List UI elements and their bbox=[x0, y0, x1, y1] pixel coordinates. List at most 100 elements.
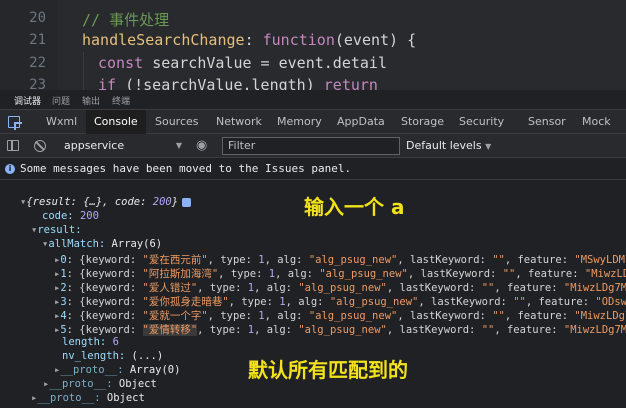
tab-appdata[interactable]: AppData bbox=[329, 110, 393, 134]
array-item-row[interactable]: ▸0: {keyword: "爱在西元前", type: 1, alg: "al… bbox=[54, 252, 626, 267]
code-line-const: const searchValue = event.detail bbox=[98, 54, 387, 72]
filter-placeholder: Filter bbox=[228, 139, 256, 152]
item-last-keyword: "" bbox=[502, 268, 516, 280]
levels-label: Default levels bbox=[406, 139, 482, 152]
parameter-list: (event) { bbox=[334, 31, 417, 49]
proto-value: Array(0) bbox=[129, 364, 181, 376]
length-row: length: 6 bbox=[62, 336, 119, 348]
context-select[interactable]: appservice ▼ bbox=[60, 137, 186, 155]
levels-dropdown[interactable]: Default levels ▼ bbox=[406, 137, 491, 156]
code-key: code: bbox=[42, 210, 80, 222]
item-alg: "alg_psug_new" bbox=[308, 254, 398, 266]
sidebar-toggle-icon[interactable] bbox=[7, 140, 19, 151]
code-value: 200 bbox=[79, 210, 99, 222]
item-alg: "alg_psug_new" bbox=[308, 310, 398, 322]
line-number: 20 bbox=[29, 10, 46, 26]
tab-mock[interactable]: Mock bbox=[574, 110, 619, 134]
function-keyword: function bbox=[262, 31, 335, 49]
item-keyword: "爱在西元前" bbox=[142, 254, 208, 266]
item-type: 1 bbox=[268, 268, 276, 280]
debugger-tab-bar: 调试器 问题 输出 终端 bbox=[0, 90, 626, 110]
console-output: i Some messages have been moved to the I… bbox=[0, 158, 626, 408]
item-keyword: "爱人错过" bbox=[142, 282, 198, 294]
item-keyword: "爱你孤身走暗巷" bbox=[142, 296, 229, 308]
line-number: 21 bbox=[29, 32, 46, 48]
tab-terminal[interactable]: 终端 bbox=[112, 94, 130, 107]
array-item-row[interactable]: ▸3: {keyword: "爱你孤身走暗巷", type: 1, alg: "… bbox=[54, 294, 626, 309]
array-item-row[interactable]: ▸2: {keyword: "爱人错过", type: 1, alg: "alg… bbox=[54, 280, 626, 295]
console-toolbar: appservice ▼ ◉ Filter Default levels ▼ bbox=[0, 134, 626, 158]
proto-value: Object bbox=[118, 378, 157, 390]
tab-output[interactable]: 输出 bbox=[82, 94, 100, 107]
item-alg: "alg_psug_new" bbox=[298, 324, 387, 336]
tab-security[interactable]: Security bbox=[451, 110, 512, 134]
item-index: 1 bbox=[60, 268, 67, 280]
item-keyword: "爱就一个字" bbox=[142, 310, 208, 322]
result-key: result: bbox=[37, 224, 82, 236]
return-keyword: return bbox=[323, 76, 378, 90]
item-type: 1 bbox=[247, 324, 255, 336]
item-alg: "alg_psug_new" bbox=[329, 296, 419, 308]
item-feature: "MiwzLDg7MCwwLD bbox=[584, 268, 626, 280]
allmatch-row[interactable]: ▾allMatch: Array(6) bbox=[42, 238, 162, 250]
array-item-row[interactable]: ▸4: {keyword: "爱就一个字", type: 1, alg: "al… bbox=[54, 308, 626, 323]
array-item-row[interactable]: ▸1: {keyword: "阿拉斯加海湾", type: 1, alg: "a… bbox=[54, 266, 626, 281]
code-editor[interactable]: 20 21 22 23 // 事件处理 handleSearchChange: … bbox=[0, 0, 626, 90]
tab-sources[interactable]: Sources bbox=[147, 110, 207, 134]
info-message-text: Some messages have been moved to the Iss… bbox=[20, 162, 352, 175]
clear-console-icon[interactable] bbox=[34, 140, 46, 152]
function-name: handleSearchChange bbox=[82, 31, 245, 49]
line-number: 22 bbox=[29, 55, 46, 71]
proto-object-row[interactable]: ▸__proto__: Object bbox=[43, 378, 157, 390]
tab-sensor[interactable]: Sensor bbox=[520, 110, 574, 134]
tab-memory[interactable]: Memory bbox=[269, 110, 330, 134]
proto-key: __proto__: bbox=[49, 378, 119, 390]
info-message: i Some messages have been moved to the I… bbox=[0, 158, 626, 180]
code-line-if: if (!searchValue.length) return bbox=[98, 76, 378, 90]
allmatch-key: allMatch: bbox=[48, 238, 112, 250]
context-select-value: appservice bbox=[64, 139, 125, 152]
item-last-keyword: "" bbox=[481, 282, 495, 294]
item-index: 2 bbox=[60, 282, 67, 294]
item-feature: "MSwyLDMsODswLD bbox=[574, 254, 626, 266]
if-keyword: if bbox=[98, 76, 117, 90]
item-index: 5 bbox=[60, 324, 67, 336]
tab-problems[interactable]: 问题 bbox=[52, 94, 70, 107]
item-index: 0 bbox=[60, 254, 67, 266]
tab-wxml[interactable]: Wxml bbox=[38, 110, 85, 134]
proto-root-row[interactable]: ▸__proto__: Object bbox=[31, 392, 145, 404]
nv-length-value[interactable]: (...) bbox=[132, 350, 164, 362]
tab-network[interactable]: Network bbox=[208, 110, 270, 134]
colon: : bbox=[244, 31, 254, 49]
item-last-keyword: "" bbox=[481, 324, 495, 336]
code-line-comment: // 事件处理 bbox=[82, 9, 169, 30]
root-object-row[interactable]: ▾{result: {…}, code: 200} bbox=[20, 196, 192, 208]
info-icon: i bbox=[5, 164, 15, 174]
line-number: 23 bbox=[29, 77, 46, 90]
chevron-down-icon: ▼ bbox=[485, 142, 492, 151]
chevron-down-icon: ▼ bbox=[175, 141, 182, 150]
result-row[interactable]: ▾result: bbox=[31, 224, 82, 236]
proto-value: Object bbox=[106, 392, 145, 404]
length-key: length: bbox=[62, 336, 113, 348]
root-summary-code: 200 bbox=[152, 196, 172, 208]
array-item-row[interactable]: ▸5: {keyword: "爱情转移", type: 1, alg: "alg… bbox=[54, 322, 626, 337]
proto-key: __proto__: bbox=[60, 364, 130, 376]
tab-storage[interactable]: Storage bbox=[393, 110, 452, 134]
line-number-gutter: 20 21 22 23 bbox=[0, 0, 58, 90]
code-row: code: 200 bbox=[42, 210, 99, 222]
nv-length-row[interactable]: nv_length: (...) bbox=[62, 350, 163, 362]
inspect-element-icon[interactable] bbox=[8, 116, 22, 130]
filter-input[interactable]: Filter bbox=[222, 137, 400, 155]
item-index: 4 bbox=[60, 310, 67, 322]
tab-console[interactable]: Console bbox=[86, 110, 146, 134]
tab-debugger[interactable]: 调试器 bbox=[14, 94, 41, 107]
proto-array-row[interactable]: ▸__proto__: Array(0) bbox=[54, 364, 180, 376]
assign-operator: = bbox=[251, 54, 279, 72]
comment-text: // 事件处理 bbox=[82, 11, 170, 29]
if-condition: (!searchValue.length) bbox=[116, 76, 324, 90]
allmatch-type: Array(6) bbox=[111, 238, 163, 250]
proto-key: __proto__: bbox=[37, 392, 107, 404]
item-feature: "MiwzLDg7MCwwLDA bbox=[574, 310, 626, 322]
eye-icon[interactable]: ◉ bbox=[196, 138, 207, 153]
